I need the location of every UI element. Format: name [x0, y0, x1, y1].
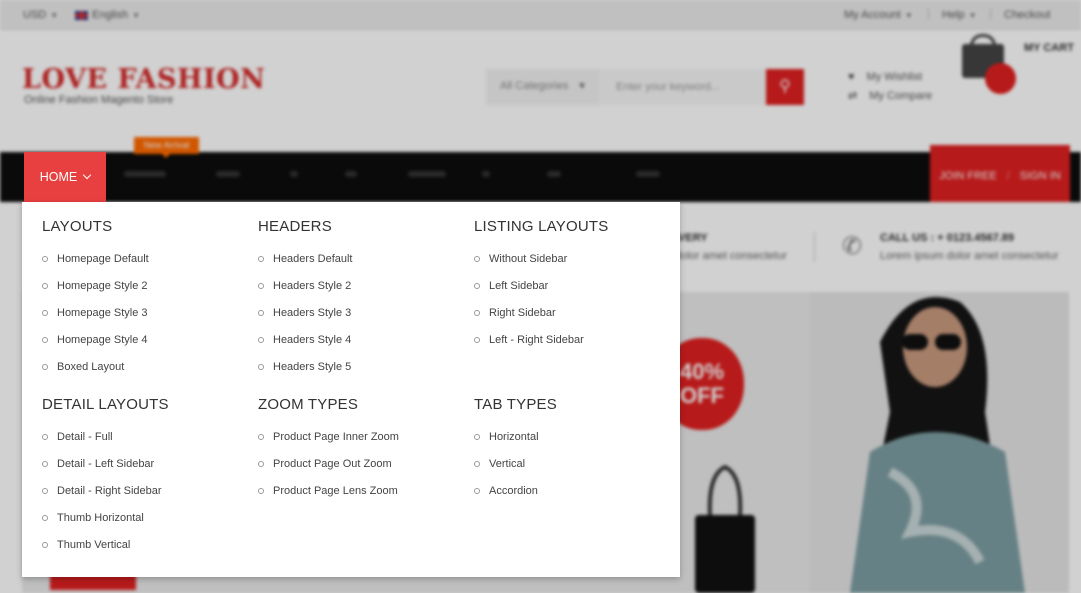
menu-item[interactable]: Detail - Right Sidebar	[42, 478, 169, 505]
menu-item[interactable]: Boxed Layout	[42, 353, 149, 380]
nav-home-label: HOME	[39, 170, 78, 184]
circle-bullet-icon	[42, 256, 48, 263]
menu-item[interactable]: Product Page Out Zoom	[258, 451, 399, 478]
menu-item[interactable]: Headers Style 3	[258, 300, 353, 327]
menu-item[interactable]: Left Sidebar	[474, 273, 608, 300]
circle-bullet-icon	[42, 514, 48, 521]
circle-bullet-icon	[258, 434, 264, 441]
circle-bullet-icon	[258, 336, 264, 343]
circle-bullet-icon	[474, 283, 480, 290]
menu-item[interactable]: Right Sidebar	[474, 300, 608, 327]
menu-column-title: DETAIL LAYOUTS	[42, 396, 169, 413]
circle-bullet-icon	[474, 336, 480, 343]
menu-item[interactable]: Homepage Style 3	[42, 300, 149, 327]
circle-bullet-icon	[42, 434, 48, 441]
menu-item-label: Boxed Layout	[57, 360, 125, 373]
menu-item[interactable]: Left - Right Sidebar	[474, 326, 608, 353]
menu-item[interactable]: Detail - Full	[42, 424, 169, 451]
menu-item-label: Accordion	[489, 484, 538, 497]
menu-item-label: Homepage Style 4	[57, 333, 148, 346]
menu-column-detail-layouts: DETAIL LAYOUTS Detail - Full Detail - Le…	[42, 396, 169, 558]
menu-item-label: Detail - Left Sidebar	[57, 458, 155, 471]
circle-bullet-icon	[258, 283, 264, 290]
menu-item-label: Vertical	[489, 458, 526, 471]
circle-bullet-icon	[474, 256, 480, 263]
menu-item-label: Headers Style 5	[273, 360, 352, 373]
menu-item-label: Homepage Default	[57, 253, 149, 266]
menu-item[interactable]: Headers Style 5	[258, 353, 353, 380]
chevron-down-icon	[83, 170, 92, 180]
menu-item[interactable]: Headers Default	[258, 246, 353, 273]
menu-column-title: LISTING LAYOUTS	[474, 218, 609, 235]
circle-bullet-icon	[474, 434, 480, 441]
menu-column-headers: HEADERS Headers Default Headers Style 2 …	[258, 218, 353, 380]
menu-column-title: TAB TYPES	[474, 396, 557, 413]
menu-item[interactable]: Headers Style 4	[258, 326, 353, 353]
menu-item-label: Horizontal	[489, 431, 539, 444]
circle-bullet-icon	[258, 461, 264, 468]
menu-item[interactable]: Product Page Lens Zoom	[258, 478, 399, 505]
menu-item[interactable]: Homepage Default	[42, 246, 149, 273]
menu-item-label: Headers Default	[273, 253, 353, 266]
menu-item-label: Left - Right Sidebar	[489, 333, 584, 346]
menu-item-label: Without Sidebar	[489, 253, 568, 266]
menu-item-label: Homepage Style 2	[57, 280, 148, 293]
circle-bullet-icon	[42, 283, 48, 290]
circle-bullet-icon	[474, 309, 480, 316]
nav-item-home[interactable]: HOME	[24, 152, 106, 202]
circle-bullet-icon	[258, 363, 264, 370]
menu-item[interactable]: Homepage Style 4	[42, 326, 149, 353]
menu-item[interactable]: Vertical	[474, 451, 557, 478]
circle-bullet-icon	[258, 256, 264, 263]
menu-item[interactable]: Headers Style 2	[258, 273, 353, 300]
circle-bullet-icon	[42, 461, 48, 468]
circle-bullet-icon	[42, 336, 48, 343]
mega-menu-dropdown: LAYOUTS Homepage Default Homepage Style …	[22, 202, 680, 577]
circle-bullet-icon	[474, 487, 480, 494]
menu-item-label: Right Sidebar	[489, 306, 556, 319]
menu-item[interactable]: Product Page Inner Zoom	[258, 424, 399, 451]
circle-bullet-icon	[258, 487, 264, 494]
menu-item-label: Headers Style 2	[273, 280, 352, 293]
menu-column-title: LAYOUTS	[42, 218, 113, 235]
menu-item-label: Detail - Right Sidebar	[57, 484, 162, 497]
menu-item[interactable]: Accordion	[474, 478, 557, 505]
menu-item-label: Detail - Full	[57, 431, 113, 444]
menu-item[interactable]: Thumb Horizontal	[42, 504, 169, 531]
menu-column-tab-types: TAB TYPES Horizontal Vertical Accordion	[474, 396, 557, 504]
menu-column-listing-layouts: LISTING LAYOUTS Without Sidebar Left Sid…	[474, 218, 608, 353]
menu-item[interactable]: Homepage Style 2	[42, 273, 149, 300]
circle-bullet-icon	[258, 309, 264, 316]
circle-bullet-icon	[42, 363, 48, 370]
circle-bullet-icon	[42, 309, 48, 316]
circle-bullet-icon	[42, 487, 48, 494]
menu-item[interactable]: Detail - Left Sidebar	[42, 451, 169, 478]
menu-column-title: HEADERS	[258, 218, 332, 235]
menu-column-title: ZOOM TYPES	[258, 396, 359, 413]
menu-item[interactable]: Without Sidebar	[474, 246, 608, 273]
menu-item[interactable]: Horizontal	[474, 424, 557, 451]
menu-item-label: Thumb Horizontal	[57, 511, 144, 524]
menu-item-label: Thumb Vertical	[57, 538, 131, 551]
menu-item-label: Left Sidebar	[489, 280, 549, 293]
menu-item[interactable]: Thumb Vertical	[42, 531, 169, 558]
menu-item-label: Headers Style 4	[273, 333, 352, 346]
menu-item-label: Homepage Style 3	[57, 306, 148, 319]
circle-bullet-icon	[474, 461, 480, 468]
menu-item-label: Product Page Out Zoom	[273, 458, 392, 471]
menu-item-label: Product Page Lens Zoom	[273, 484, 398, 497]
menu-item-label: Headers Style 3	[273, 306, 352, 319]
circle-bullet-icon	[42, 541, 48, 548]
menu-column-zoom-types: ZOOM TYPES Product Page Inner Zoom Produ…	[258, 396, 399, 504]
menu-column-layouts: LAYOUTS Homepage Default Homepage Style …	[42, 218, 149, 380]
menu-item-label: Product Page Inner Zoom	[273, 431, 399, 444]
